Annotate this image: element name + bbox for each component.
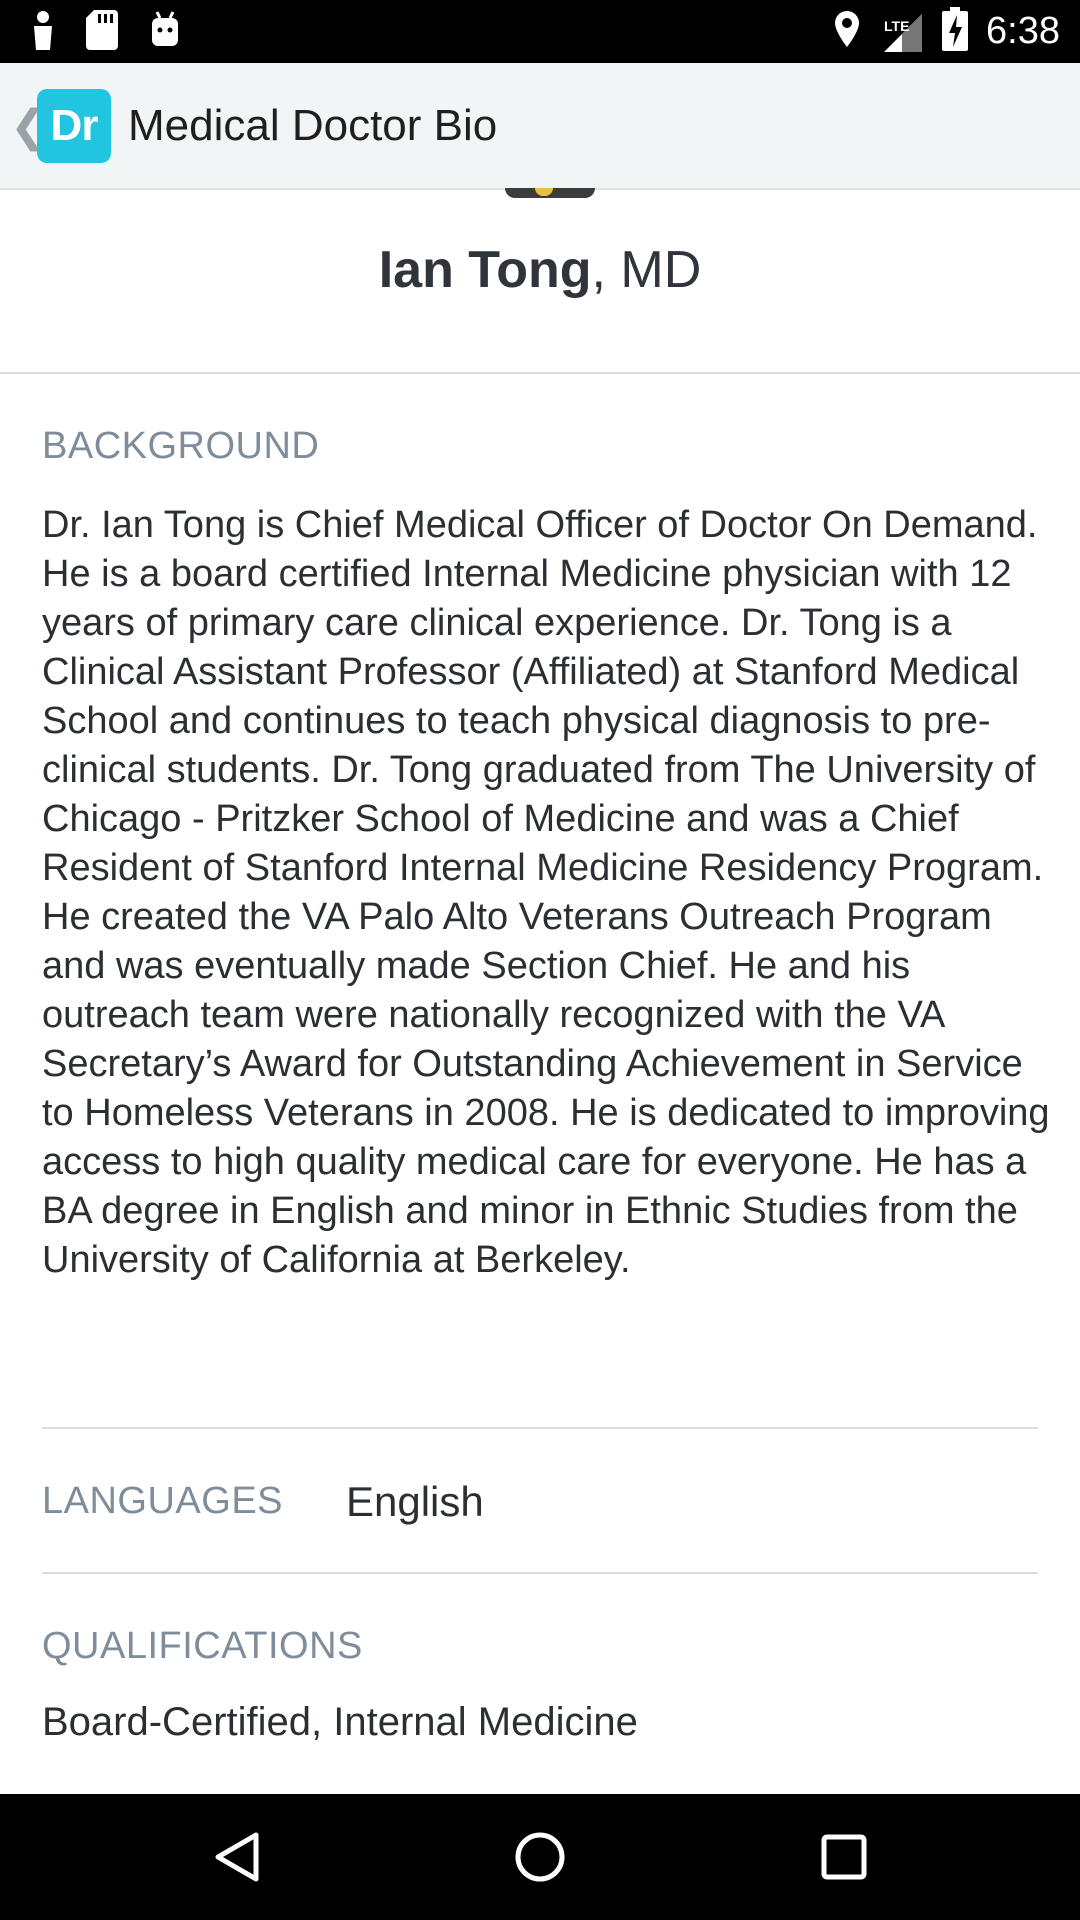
navigation-bar	[0, 1794, 1080, 1920]
status-left-icons	[30, 10, 182, 55]
status-bar: LTE 6:38	[0, 0, 1080, 63]
qualifications-label: QUALIFICATIONS	[42, 1625, 363, 1667]
signal-icon: LTE	[880, 10, 924, 54]
sd-card-icon	[86, 10, 118, 55]
avatar	[505, 188, 595, 198]
divider	[42, 1427, 1038, 1429]
background-text: Dr. Ian Tong is Chief Medical Officer of…	[42, 504, 1050, 1281]
battery-charging-icon	[942, 7, 969, 56]
back-triangle-icon[interactable]	[201, 1822, 271, 1892]
lte-label: LTE	[884, 17, 910, 34]
doctor-credential: , MD	[591, 241, 702, 299]
languages-value: English	[346, 1478, 484, 1525]
status-right-icons: LTE 6:38	[832, 0, 1060, 63]
divider	[0, 372, 1080, 374]
app-logo[interactable]: Dr	[37, 89, 111, 163]
recents-square-icon[interactable]	[809, 1822, 879, 1892]
qualifications-value: Board-Certified, Internal Medicine	[42, 1700, 638, 1744]
languages-label: LANGUAGES	[42, 1480, 284, 1522]
app-logo-text: Dr	[50, 101, 99, 150]
background-label: BACKGROUND	[42, 425, 320, 467]
app-bar: ❮ Dr Medical Doctor Bio	[0, 63, 1080, 190]
page-title: Medical Doctor Bio	[128, 101, 498, 150]
location-icon	[832, 9, 862, 54]
doctor-name-text: Ian Tong	[378, 241, 592, 299]
home-circle-icon[interactable]	[505, 1822, 575, 1892]
android-icon	[148, 10, 182, 55]
divider	[42, 1572, 1038, 1574]
status-time: 6:38	[986, 10, 1060, 52]
person-icon	[30, 10, 56, 55]
doctor-name: Ian Tong, MD	[0, 240, 1080, 300]
